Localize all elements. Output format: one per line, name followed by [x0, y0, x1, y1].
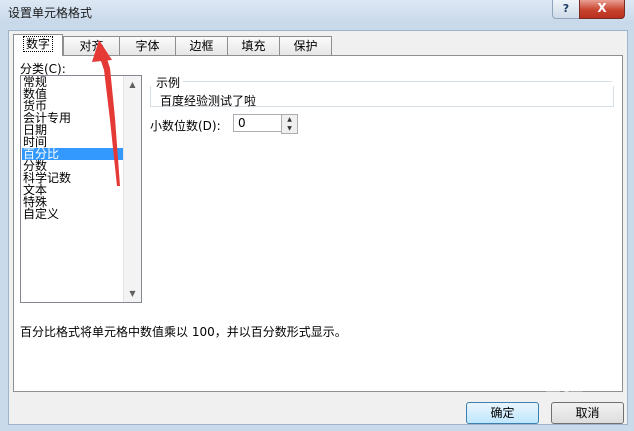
tab-number[interactable]: 数字 — [13, 34, 63, 56]
annotation-arrow-head — [92, 40, 112, 62]
watermark-logo: Baidu 经验 — [454, 371, 585, 396]
annotation-arrow-shaft — [100, 56, 120, 186]
format-cells-dialog: 设置单元格格式 ? X 数字 对齐 字体 边框 填充 保护 分类(C): 常规 … — [0, 0, 634, 431]
